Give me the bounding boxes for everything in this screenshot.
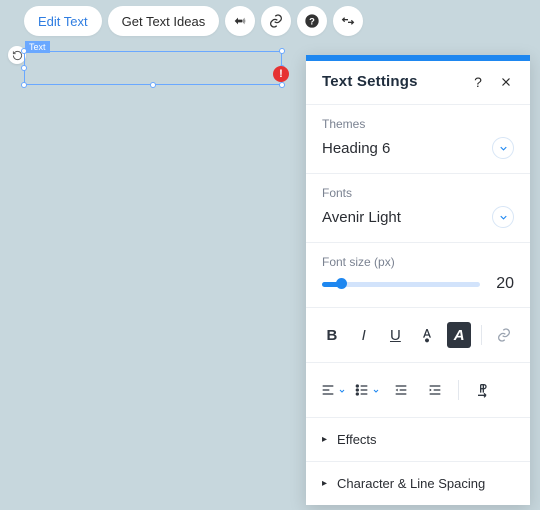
svg-text:?: ? — [309, 16, 315, 26]
text-direction-button[interactable] — [469, 377, 495, 403]
help-icon[interactable]: ? — [297, 6, 327, 36]
highlight-button[interactable]: A — [447, 322, 471, 348]
effects-label: Effects — [337, 432, 377, 447]
close-icon[interactable] — [498, 74, 514, 90]
fonts-section: Fonts Avenir Light — [306, 174, 530, 243]
underline-button[interactable]: U — [384, 322, 408, 348]
get-text-ideas-button[interactable]: Get Text Ideas — [108, 6, 220, 36]
panel-header: Text Settings ? — [306, 61, 530, 105]
resize-handle[interactable] — [21, 82, 27, 88]
themes-value: Heading 6 — [322, 140, 390, 157]
indent-increase-button[interactable] — [422, 377, 448, 403]
themes-select[interactable]: Heading 6 — [322, 137, 514, 159]
effects-accordion[interactable]: ▸ Effects — [306, 418, 530, 462]
spacing-label: Character & Line Spacing — [337, 476, 485, 491]
link-icon[interactable] — [261, 6, 291, 36]
align-button[interactable] — [320, 377, 346, 403]
panel-help-icon[interactable]: ? — [470, 74, 486, 90]
resize-handle[interactable] — [279, 48, 285, 54]
fonts-label: Fonts — [322, 186, 514, 200]
edit-text-button[interactable]: Edit Text — [24, 6, 102, 36]
fonts-value: Avenir Light — [322, 209, 401, 226]
error-badge-icon[interactable]: ! — [273, 66, 289, 82]
panel-title: Text Settings — [322, 73, 418, 90]
chevron-down-icon — [338, 382, 346, 399]
selected-textbox[interactable]: Text ! — [24, 51, 282, 85]
spacing-accordion[interactable]: ▸ Character & Line Spacing — [306, 462, 530, 505]
fonts-select[interactable]: Avenir Light — [322, 206, 514, 228]
stretch-icon[interactable] — [333, 6, 363, 36]
fontsize-slider[interactable] — [322, 277, 480, 291]
triangle-right-icon: ▸ — [322, 434, 327, 445]
chevron-down-icon — [492, 137, 514, 159]
text-settings-panel: Text Settings ? Themes Heading 6 Fonts A… — [306, 55, 530, 505]
format-row-2 — [306, 363, 530, 418]
resize-handle[interactable] — [21, 48, 27, 54]
chevron-down-icon — [372, 382, 380, 399]
separator — [481, 325, 482, 345]
bold-button[interactable]: B — [320, 322, 344, 348]
separator — [458, 380, 459, 400]
chevron-down-icon — [492, 206, 514, 228]
fontsize-value[interactable]: 20 — [490, 275, 514, 293]
animation-icon[interactable] — [225, 6, 255, 36]
element-type-label: Text — [25, 41, 50, 53]
resize-handle[interactable] — [279, 82, 285, 88]
fontsize-section: Font size (px) 20 — [306, 243, 530, 308]
indent-decrease-button[interactable] — [388, 377, 414, 403]
text-color-button[interactable] — [415, 322, 439, 348]
themes-section: Themes Heading 6 — [306, 105, 530, 174]
fontsize-label: Font size (px) — [322, 255, 514, 269]
themes-label: Themes — [322, 117, 514, 131]
list-button[interactable] — [354, 377, 380, 403]
format-row-1: B I U A — [306, 308, 530, 363]
floating-toolbar: Edit Text Get Text Ideas ? — [24, 6, 363, 36]
resize-handle[interactable] — [150, 82, 156, 88]
link-button[interactable] — [492, 322, 516, 348]
italic-button[interactable]: I — [352, 322, 376, 348]
resize-handle[interactable] — [21, 65, 27, 71]
triangle-right-icon: ▸ — [322, 478, 327, 489]
